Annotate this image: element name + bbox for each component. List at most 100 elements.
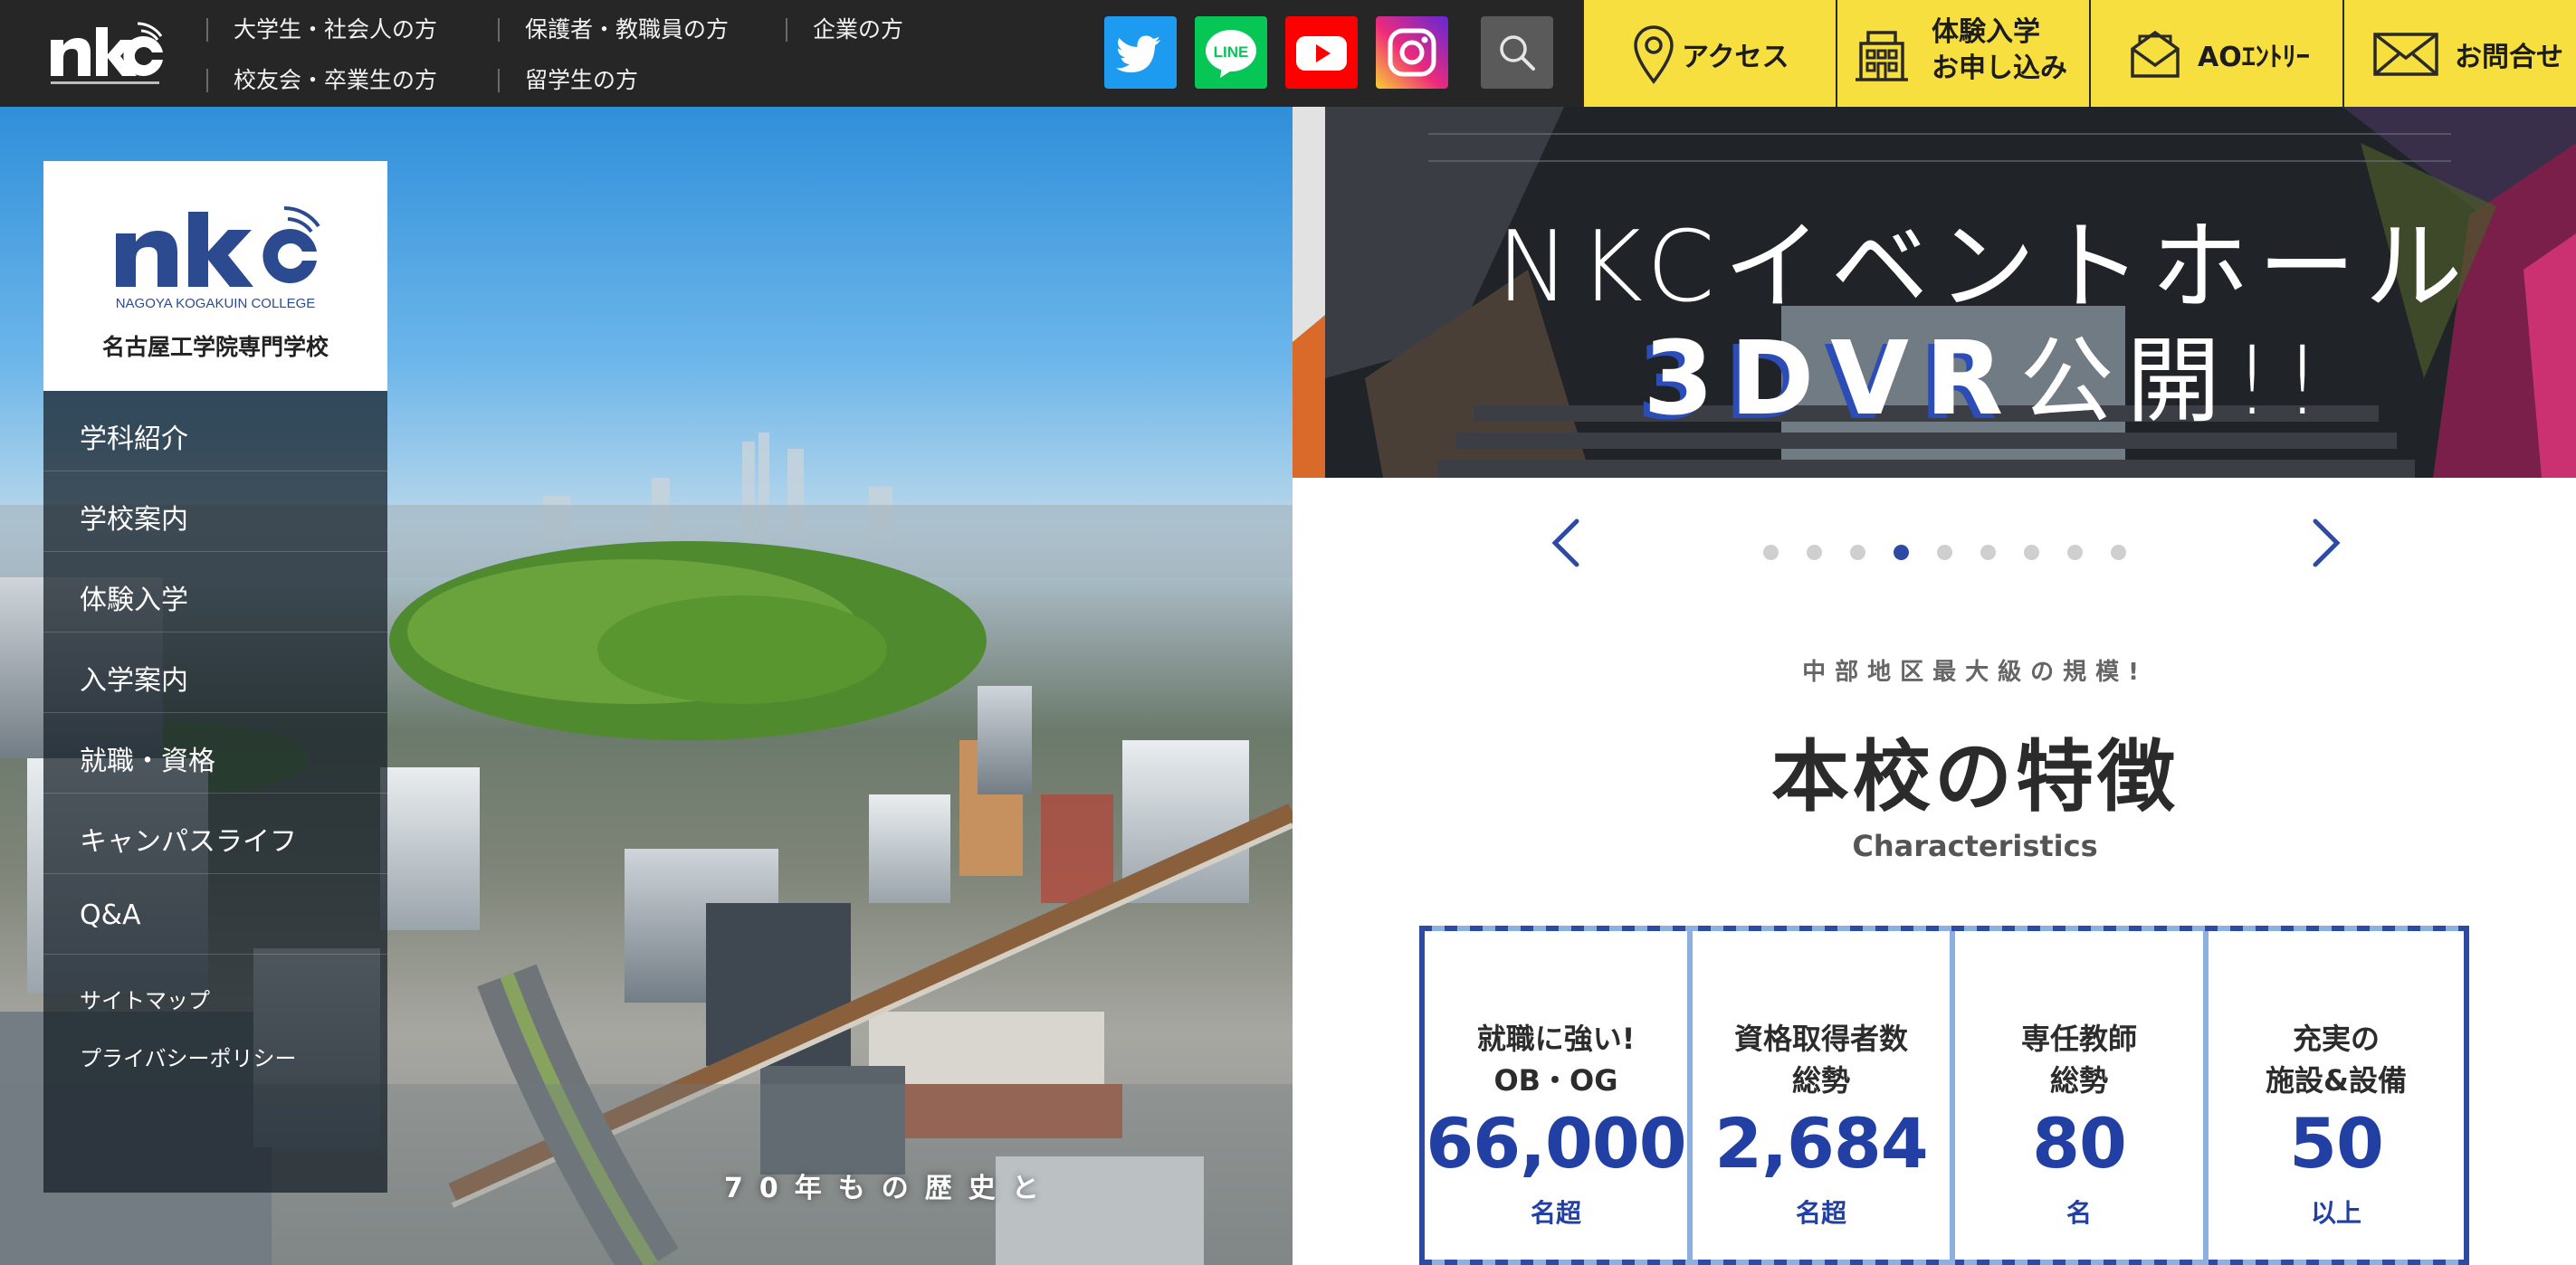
stat-unit: 名超	[1795, 1198, 1846, 1228]
slider-controls	[1293, 478, 2576, 595]
privacy-policy-link[interactable]: プライバシーポリシー	[80, 1041, 297, 1072]
envelope-open-icon	[2123, 22, 2187, 85]
nkc-logo-icon: NAGOYA KOGAKUIN COLLEGE	[116, 205, 320, 311]
side-menu-label: 体験入学	[80, 585, 188, 616]
contact-button[interactable]: お問合せ	[2342, 0, 2576, 107]
search-icon	[1500, 35, 1535, 71]
twitter-icon	[1116, 35, 1160, 72]
features-eyebrow: 中部地区最大級の規模!	[1802, 659, 2148, 686]
line-icon: LINE	[1206, 30, 1256, 78]
nkc-logo-icon	[51, 22, 163, 84]
trial-entry-label-line1: 体験入学	[1932, 16, 2040, 48]
stat-value: 50	[2289, 1103, 2384, 1184]
side-menu-item-departments[interactable]: 学科紹介	[43, 391, 387, 471]
stat-label-line: 資格取得者数	[1733, 1022, 1908, 1056]
stat-label-line: 充実の	[2292, 1022, 2380, 1056]
slider-prev-button[interactable]	[1546, 516, 1586, 570]
side-menu-item-admissions[interactable]: 入学案内	[43, 632, 387, 713]
stat-teachers: 専任教師 総勢 80 名	[1950, 931, 2203, 1265]
stat-label: 就職に強い! OB・OG	[1425, 1018, 1687, 1101]
slider-dot[interactable]	[2067, 545, 2083, 560]
slider-dot[interactable]	[1980, 545, 1996, 560]
access-label: アクセス	[1682, 42, 1789, 73]
chevron-right-icon	[2313, 518, 2341, 567]
instagram-icon	[1388, 28, 1436, 77]
audience-link-parents[interactable]: 保護者・教職員の方	[498, 14, 729, 45]
side-menu-label: キャンパスライフ	[80, 826, 297, 858]
audience-link-international[interactable]: 留学生の方	[498, 65, 638, 96]
slider-next-button[interactable]	[2306, 516, 2346, 570]
school-logo[interactable]: NAGOYA KOGAKUIN COLLEGE 名古屋工学院専門学校	[43, 161, 387, 391]
instagram-button[interactable]	[1376, 16, 1448, 89]
slider-dot[interactable]	[1850, 545, 1865, 560]
side-menu: 学科紹介 学校案内 体験入学 入学案内 就職・資格 キャンパスライフ Q&A サ…	[43, 391, 387, 1193]
twitter-button[interactable]	[1104, 16, 1177, 89]
audience-link-alumni[interactable]: 校友会・卒業生の方	[206, 65, 437, 96]
side-menu-item-about[interactable]: 学校案内	[43, 471, 387, 552]
trial-entry-label: 体験入学 お申し込み	[1932, 14, 2067, 87]
stat-label-line: 施設&設備	[2266, 1063, 2407, 1098]
search-button[interactable]	[1481, 16, 1553, 89]
banner-rest: 公開!!	[2019, 326, 2334, 436]
chevron-left-icon	[1551, 518, 1579, 567]
features-subtitle: Characteristics	[1852, 829, 2098, 863]
side-menu-label: Q&A	[80, 899, 141, 931]
youtube-icon	[1296, 36, 1347, 71]
trial-entry-button[interactable]: 体験入学 お申し込み	[1836, 0, 2089, 107]
access-button[interactable]: アクセス	[1582, 0, 1836, 107]
side-menu-item-qa[interactable]: Q&A	[43, 874, 387, 955]
sitemap-link[interactable]: サイトマップ	[80, 983, 210, 1014]
stat-label-line: 専任教師	[2020, 1022, 2137, 1056]
stats-panel: 就職に強い! OB・OG 66,000 名超 資格取得者数 総勢 2,684 名…	[1419, 926, 2469, 1265]
slider-pagination	[1763, 545, 2180, 563]
slider-dot[interactable]	[1807, 545, 1822, 560]
trial-entry-label-line2: お申し込み	[1932, 52, 2067, 84]
slider-dot[interactable]	[2111, 545, 2126, 560]
ao-entry-button[interactable]: AOｴﾝﾄﾘｰ	[2089, 0, 2342, 107]
side-menu-label: 学科紹介	[80, 423, 188, 455]
event-hall-banner[interactable]: NKCイベントホール 3DVR公開!!	[1293, 107, 2576, 478]
line-button[interactable]: LINE	[1195, 16, 1267, 89]
slider-dot[interactable]	[2024, 545, 2039, 560]
school-name: 名古屋工学院専門学校	[101, 334, 329, 360]
top-header: 大学生・社会人の方 保護者・教職員の方 企業の方 校友会・卒業生の方 留学生の方…	[0, 0, 2576, 107]
stat-value: 66,000	[1426, 1103, 1686, 1184]
audience-link-adults[interactable]: 大学生・社会人の方	[206, 14, 437, 45]
mail-icon	[2370, 22, 2442, 85]
hero-caption: 70年もの歴史と	[724, 1173, 1055, 1204]
stat-label: 充実の 施設&設備	[2209, 1018, 2464, 1101]
map-pin-icon	[1622, 22, 1685, 85]
stat-label: 専任教師 総勢	[1955, 1018, 2203, 1101]
slider-dot[interactable]	[1894, 545, 1909, 560]
header-logo[interactable]	[47, 18, 165, 90]
stat-unit: 名	[2066, 1198, 2092, 1228]
stat-value: 2,684	[1714, 1103, 1928, 1184]
youtube-button[interactable]	[1285, 16, 1358, 89]
slider-dot[interactable]	[1763, 545, 1779, 560]
stat-label-line: 総勢	[1791, 1063, 1850, 1098]
audience-nav: 大学生・社会人の方 保護者・教職員の方 企業の方 校友会・卒業生の方 留学生の方	[206, 0, 930, 107]
side-menu-item-campus-life[interactable]: キャンパスライフ	[43, 794, 387, 874]
stat-label-line: OB・OG	[1493, 1063, 1618, 1098]
ao-entry-label: AOｴﾝﾄﾘｰ	[2198, 42, 2310, 73]
banner-highlight: 3DVR	[1643, 320, 2020, 438]
stat-unit: 以上	[2310, 1198, 2361, 1228]
side-menu-item-trial[interactable]: 体験入学	[43, 552, 387, 632]
side-menu-label: 入学案内	[80, 665, 188, 697]
building-icon	[1850, 22, 1913, 85]
banner-subtitle: 3DVR公開!!	[1293, 304, 2576, 441]
audience-link-companies[interactable]: 企業の方	[786, 14, 903, 45]
side-menu-label: 就職・資格	[80, 746, 215, 777]
features-title: 本校の特徴	[1771, 732, 2179, 823]
main-content: NKCイベントホール 3DVR公開!! 中部地区最大級の規模! 本校の特徴 Ch…	[1293, 107, 2576, 1265]
stat-label-line: 就職に強い!	[1476, 1022, 1636, 1056]
stat-label-line: 総勢	[2049, 1063, 2108, 1098]
slider-dot[interactable]	[1937, 545, 1952, 560]
stat-alumni: 就職に強い! OB・OG 66,000 名超	[1425, 931, 1687, 1265]
contact-label: お問合せ	[2455, 42, 2563, 73]
side-menu-item-careers[interactable]: 就職・資格	[43, 713, 387, 794]
line-icon-text: LINE	[1214, 43, 1249, 61]
side-navigation: NAGOYA KOGAKUIN COLLEGE 名古屋工学院専門学校 学科紹介 …	[43, 161, 387, 1193]
stat-certifications: 資格取得者数 総勢 2,684 名超	[1687, 931, 1950, 1265]
stat-value: 80	[2032, 1103, 2127, 1184]
